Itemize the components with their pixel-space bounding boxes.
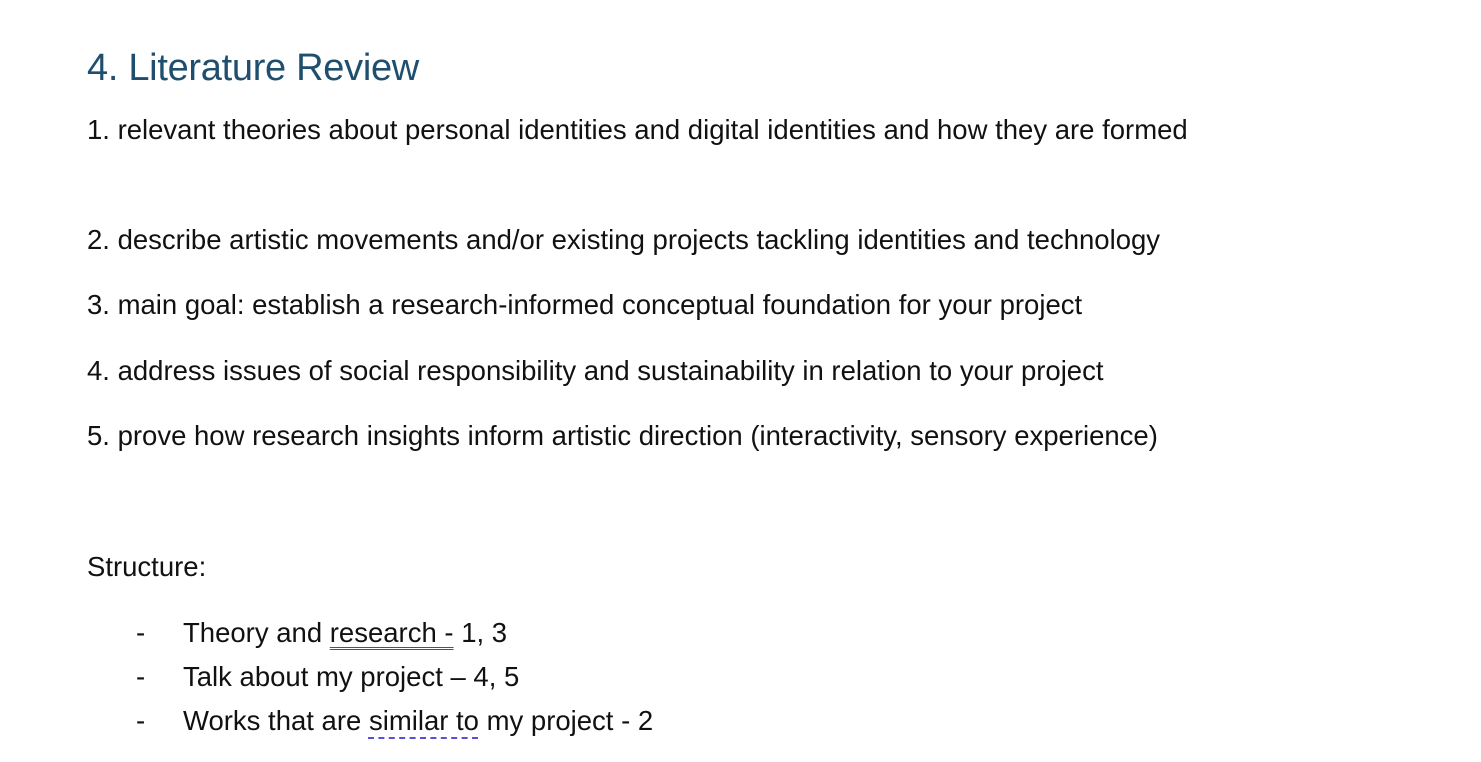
bullet-dash: -	[136, 617, 146, 648]
text-segment: my project - 2	[478, 705, 654, 736]
section-heading: 4. Literature Review	[87, 47, 419, 89]
text-segment: 1, 3	[453, 617, 508, 648]
structure-item-text: Works that are similar to my project - 2	[183, 699, 653, 743]
bullet-dash: -	[136, 661, 146, 692]
style-flag-dashed-underline[interactable]: similar to	[369, 705, 479, 736]
point-4: 4. address issues of social responsibili…	[87, 355, 1104, 386]
text-segment: Works that are	[183, 705, 369, 736]
point-3: 3. main goal: establish a research-infor…	[87, 289, 1083, 320]
structure-label: Structure:	[87, 551, 207, 582]
grammar-flag-double-underline[interactable]: research -	[330, 617, 454, 648]
point-5: 5. prove how research insights inform ar…	[87, 420, 1158, 451]
point-2: 2. describe artistic movements and/or ex…	[87, 224, 1161, 255]
structure-item-text: Theory and research - 1, 3	[183, 611, 507, 655]
point-1: 1. relevant theories about personal iden…	[87, 114, 1188, 145]
document-page: 4. Literature Review 1. relevant theorie…	[0, 0, 1481, 762]
structure-item-text: Talk about my project – 4, 5	[183, 661, 520, 692]
text-segment: Theory and	[183, 617, 330, 648]
bullet-dash: -	[136, 705, 146, 736]
